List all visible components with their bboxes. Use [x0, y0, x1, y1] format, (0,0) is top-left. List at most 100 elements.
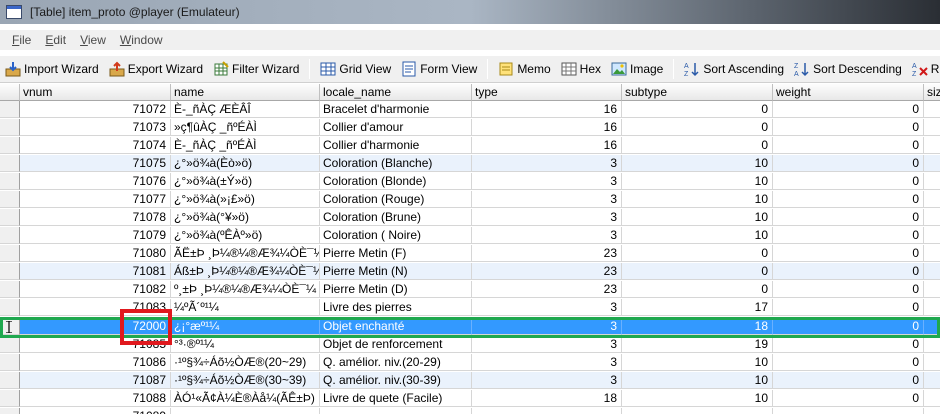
cell-type[interactable]: 3	[472, 354, 622, 371]
table-row[interactable]: 71086 ·¹º§¾÷Áõ½ÒÆ®(20~29) Q. amélior. ni…	[0, 354, 940, 372]
cell-type[interactable]: 3	[472, 299, 622, 316]
cell-size[interactable]	[924, 372, 940, 389]
cell-locale-name[interactable]: Pierre Metin (N)	[320, 263, 472, 280]
cell-size[interactable]	[924, 191, 940, 208]
cell-subtype[interactable]: 17	[622, 299, 773, 316]
table-row[interactable]: 71073 »ç¶ûÀÇ _ñºÉÀÌ Collier d'amour 16 0…	[0, 119, 940, 137]
cell-subtype[interactable]: 18	[622, 318, 773, 335]
cell-type[interactable]: 3	[472, 318, 622, 335]
cell-subtype[interactable]: 0	[622, 281, 773, 298]
cell-weight[interactable]: 0	[773, 372, 924, 389]
cell-vnum[interactable]: 71074	[20, 137, 171, 154]
table-row[interactable]: 71079 ¿°»ö¾à(ºÊÀº»ö) Coloration ( Noire)…	[0, 227, 940, 245]
cell-locale-name[interactable]: Coloration ( Noire)	[320, 227, 472, 244]
cell-subtype[interactable]: 10	[622, 227, 773, 244]
cell-type[interactable]: 3	[472, 209, 622, 226]
cell-weight[interactable]: 0	[773, 101, 924, 118]
cell-type[interactable]: 3	[472, 155, 622, 172]
table-row[interactable]: 71087 ·¹º§¾÷Áõ½ÒÆ®(30~39) Q. amélior. ni…	[0, 372, 940, 390]
cell-weight[interactable]: 0	[773, 281, 924, 298]
cell-weight[interactable]: 0	[773, 263, 924, 280]
cell-size[interactable]	[924, 299, 940, 316]
cell-name[interactable]: ·¹º§¾÷Áõ½ÒÆ®(30~39)	[171, 372, 320, 389]
cell-locale-name[interactable]: Livre des pierres	[320, 299, 472, 316]
cell-subtype[interactable]: 10	[622, 390, 773, 407]
cell-size[interactable]	[924, 227, 940, 244]
form-view-button[interactable]: Form View	[396, 58, 482, 80]
cell-size[interactable]	[924, 408, 940, 414]
cell-type[interactable]: 16	[472, 119, 622, 136]
cell-subtype[interactable]: 10	[622, 372, 773, 389]
cell-vnum[interactable]: 71079	[20, 227, 171, 244]
table-row[interactable]: 71078 ¿°»ö¾à(°¥»ö) Coloration (Brune) 3 …	[0, 209, 940, 227]
cell-name[interactable]: Áß±Þ ¸Þ¼®¼®Æ¾¼ÒÈ¯¼­	[171, 263, 320, 280]
cell-subtype[interactable]: 0	[622, 137, 773, 154]
table-row[interactable]: 71082 º¸±Þ ¸Þ¼®¼®Æ¾¼ÒÈ¯¼­ Pierre Metin (…	[0, 281, 940, 299]
cell-vnum-selected[interactable]: 72000	[20, 318, 171, 335]
cell-vnum[interactable]: 71081	[20, 263, 171, 280]
filter-wizard-button[interactable]: Filter Wizard	[208, 58, 304, 80]
cell-weight[interactable]: 0	[773, 137, 924, 154]
export-wizard-button[interactable]: Export Wizard	[104, 58, 208, 80]
cell-type[interactable]: 3	[472, 372, 622, 389]
cell-name[interactable]: È-_ñÀÇ ÆÈÂÎ	[171, 101, 320, 118]
cell-size[interactable]	[924, 101, 940, 118]
cell-locale-name[interactable]: Livre de quete (Facile)	[320, 390, 472, 407]
cell-size[interactable]	[924, 281, 940, 298]
cell-subtype[interactable]	[622, 408, 773, 414]
cell-locale-name[interactable]: Bracelet d'harmonie	[320, 101, 472, 118]
cell-locale-name[interactable]: Objet de renforcement	[320, 336, 472, 353]
table-row[interactable]: 71085 °³·®º¹¼­ Objet de renforcement 3 1…	[0, 336, 940, 354]
cell-vnum[interactable]: 71072	[20, 101, 171, 118]
sort-descending-button[interactable]: ZA Sort Descending	[789, 58, 907, 80]
cell-name[interactable]: ¿°»ö¾à(Èò»ö)	[171, 155, 320, 172]
cell-subtype[interactable]: 0	[622, 263, 773, 280]
cell-size[interactable]	[924, 173, 940, 190]
cell-subtype[interactable]: 10	[622, 155, 773, 172]
image-button[interactable]: Image	[606, 58, 668, 80]
cell-subtype[interactable]: 10	[622, 354, 773, 371]
cell-weight[interactable]: 0	[773, 390, 924, 407]
cell-vnum[interactable]: 71080	[20, 245, 171, 262]
cell-type[interactable]: 3	[472, 336, 622, 353]
menu-edit[interactable]: Edit	[45, 33, 66, 47]
cell-vnum[interactable]: 71077	[20, 191, 171, 208]
cell-subtype[interactable]: 10	[622, 191, 773, 208]
column-header-subtype[interactable]: subtype	[622, 84, 773, 101]
cell-size[interactable]	[924, 318, 940, 335]
cell-subtype[interactable]: 0	[622, 119, 773, 136]
column-header-locale-name[interactable]: locale_name	[320, 84, 472, 101]
cell-name[interactable]: ¿°»ö¾à(»¡£»ö)	[171, 191, 320, 208]
cell-size[interactable]	[924, 263, 940, 280]
cell-weight[interactable]: 0	[773, 227, 924, 244]
grid-view-button[interactable]: Grid View	[315, 58, 396, 80]
cell-locale-name[interactable]: Pierre Metin (D)	[320, 281, 472, 298]
cell-size[interactable]	[924, 336, 940, 353]
table-row[interactable]: 71081 Áß±Þ ¸Þ¼®¼®Æ¾¼ÒÈ¯¼­ Pierre Metin (…	[0, 263, 940, 281]
cell-weight[interactable]: 0	[773, 354, 924, 371]
cell-locale-name[interactable]: Objet enchanté	[320, 318, 472, 335]
cell-name[interactable]: °³·®º¹¼­	[171, 336, 320, 353]
cell-type[interactable]: 3	[472, 173, 622, 190]
menu-file[interactable]: File	[12, 33, 31, 47]
cell-subtype[interactable]: 0	[622, 245, 773, 262]
cell-vnum[interactable]: 71073	[20, 119, 171, 136]
cell-locale-name[interactable]: Q. amélior. niv.(30-39)	[320, 372, 472, 389]
cell-vnum[interactable]: 71088	[20, 390, 171, 407]
hex-button[interactable]: Hex	[556, 58, 606, 80]
cell-type[interactable]: 3	[472, 227, 622, 244]
cell-weight[interactable]: 0	[773, 119, 924, 136]
cell-locale-name[interactable]: Collier d'amour	[320, 119, 472, 136]
cell-size[interactable]	[924, 209, 940, 226]
column-header-type[interactable]: type	[472, 84, 622, 101]
cell-type[interactable]: 16	[472, 137, 622, 154]
cell-weight[interactable]: 0	[773, 191, 924, 208]
cell-name[interactable]: ¿°»ö¾à(±Ý»ö)	[171, 173, 320, 190]
data-grid[interactable]: vnum name locale_name type subtype weigh…	[0, 84, 940, 414]
cell-type[interactable]: 16	[472, 101, 622, 118]
cell-subtype[interactable]: 19	[622, 336, 773, 353]
cell-name[interactable]: È-_ñÀÇ _ñºÉÀÌ	[171, 137, 320, 154]
cell-subtype[interactable]: 10	[622, 209, 773, 226]
cell-size[interactable]	[924, 390, 940, 407]
cell-name[interactable]	[171, 408, 320, 414]
